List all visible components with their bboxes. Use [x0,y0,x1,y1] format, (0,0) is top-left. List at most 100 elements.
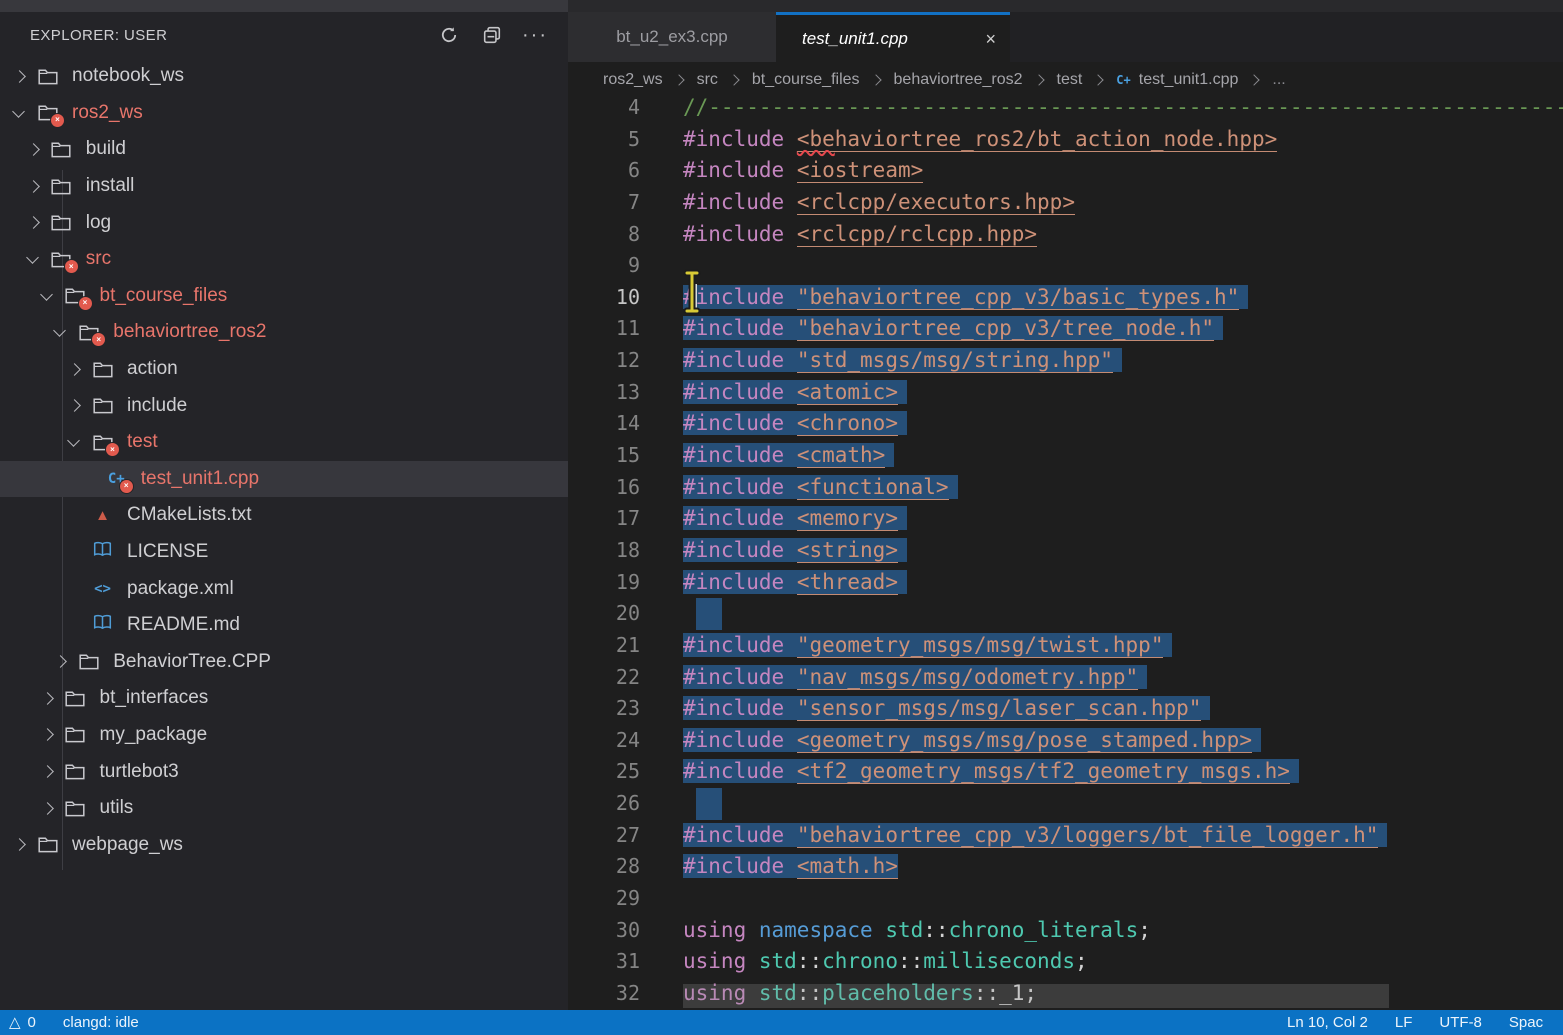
more-actions-icon[interactable]: ··· [524,24,546,46]
tree-item-readme-md[interactable]: README.md [0,607,568,644]
line-number: 23 [568,693,640,725]
clangd-status[interactable]: clangd: idle [63,1014,139,1031]
code-line-25[interactable]: 25#include <tf2_geometry_msgs/tf2_geomet… [568,756,1563,788]
code-line-31[interactable]: 31using std::chrono::milliseconds; [568,946,1563,978]
code-token: ; [1138,918,1151,942]
status-item-lf[interactable]: LF [1395,1014,1413,1031]
status-item-utf-8[interactable]: UTF-8 [1439,1014,1482,1031]
breadcrumb-item-src[interactable]: src [697,71,718,89]
horizontal-scrollbar[interactable] [683,984,1389,1008]
tree-item-bt-course-files[interactable]: ×bt_course_files [0,278,568,315]
code-line-24[interactable]: 24#include <geometry_msgs/msg/pose_stamp… [568,725,1563,757]
code-line-29[interactable]: 29 [568,883,1563,915]
status-item-spac[interactable]: Spac [1509,1014,1543,1031]
chevron-right-icon [41,694,65,703]
line-number: 9 [568,250,640,282]
code-line-19[interactable]: 19#include <thread> [568,567,1563,599]
tab-bt-u2-ex3-cpp[interactable]: bt_u2_ex3.cpp [568,12,776,62]
code-line-6[interactable]: 6#include <iostream> [568,155,1563,187]
code-token: #include [683,190,784,214]
status-item-ln-10-col-2[interactable]: Ln 10, Col 2 [1287,1014,1368,1031]
code-line-17[interactable]: 17#include <memory> [568,503,1563,535]
tree-item-behaviortree-ros2[interactable]: ×behaviortree_ros2 [0,314,568,351]
tree-item-behaviortree-cpp[interactable]: BehaviorTree.CPP [0,644,568,681]
tree-item-bt-interfaces[interactable]: bt_interfaces [0,680,568,717]
tree-item-build[interactable]: build [0,131,568,168]
close-icon[interactable]: × [985,30,996,48]
tree-item-cmakelists-txt[interactable]: ▲CMakeLists.txt [0,497,568,534]
code-line-23[interactable]: 23#include "sensor_msgs/msg/laser_scan.h… [568,693,1563,725]
selection-highlight: #include <geometry_msgs/msg/pose_stamped… [683,728,1261,752]
breadcrumb-item-behaviortree-ros2[interactable]: behaviortree_ros2 [894,71,1023,89]
code-line-9[interactable]: 9 [568,250,1563,282]
breadcrumb-item-bt-course-files[interactable]: bt_course_files [752,71,860,89]
breadcrumb-separator-icon [1093,74,1104,85]
code-token: :: [898,949,923,973]
tree-item-package-xml[interactable]: <>package.xml [0,570,568,607]
code-line-14[interactable]: 14#include <chrono> [568,408,1563,440]
code-line-12[interactable]: 12#include "std_msgs/msg/string.hpp" [568,345,1563,377]
tree-item-license[interactable]: LICENSE [0,534,568,571]
code-line-15[interactable]: 15#include <cmath> [568,440,1563,472]
refresh-icon[interactable] [438,24,460,46]
code-line-30[interactable]: 30using namespace std::chrono_literals; [568,915,1563,947]
tree-item-notebook-ws[interactable]: notebook_ws [0,58,568,95]
tree-item-action[interactable]: action [0,351,568,388]
code-line-22[interactable]: 22#include "nav_msgs/msg/odometry.hpp" [568,662,1563,694]
code-line-10[interactable]: 10#include "behaviortree_cpp_v3/basic_ty… [568,282,1563,314]
tree-item-ros2-ws[interactable]: ×ros2_ws [0,95,568,132]
breadcrumb-separator-icon [1033,74,1044,85]
tree-item-utils[interactable]: utils [0,790,568,827]
tree-item-test-unit1-cpp[interactable]: C+×test_unit1.cpp [0,461,568,498]
selection-highlight: #include <memory> [683,506,907,530]
breadcrumb-item-ros2-ws[interactable]: ros2_ws [603,71,663,89]
tree-item-src[interactable]: ×src [0,241,568,278]
explorer-actions: ··· [438,24,546,46]
code-line-20[interactable]: 20 [568,598,1563,630]
code-line-7[interactable]: 7#include <rclcpp/executors.hpp> [568,187,1563,219]
book-file-icon [93,541,112,563]
folder-icon: × [78,322,99,342]
breadcrumb-label: bt_course_files [752,71,860,88]
problems-indicator[interactable]: △ 0 [9,1014,36,1031]
code-token: :: [923,918,948,942]
code-line-28[interactable]: 28#include <math.h> [568,851,1563,883]
tree-item-turtlebot3[interactable]: turtlebot3 [0,753,568,790]
code-line-13[interactable]: 13#include <atomic> [568,377,1563,409]
code-token: <memory> [797,506,898,531]
tree-item-test[interactable]: ×test [0,424,568,461]
code-line-16[interactable]: 16#include <functional> [568,472,1563,504]
code-token: #include [683,222,784,246]
line-number: 14 [568,408,640,440]
code-line-18[interactable]: 18#include <string> [568,535,1563,567]
code-editor[interactable]: 4//-------------------------------------… [568,92,1563,1010]
code-line-21[interactable]: 21#include "geometry_msgs/msg/twist.hpp" [568,630,1563,662]
chevron-right-icon [13,72,37,81]
breadcrumb-item-test[interactable]: test [1057,71,1083,89]
tree-item-install[interactable]: install [0,168,568,205]
tree-item-label: bt_interfaces [100,687,209,709]
tree-item-label: turtlebot3 [100,761,179,783]
tree-item-log[interactable]: log [0,204,568,241]
code-line-5[interactable]: 5#include <behaviortree_ros2/bt_action_n… [568,124,1563,156]
code-line-26[interactable]: 26 [568,788,1563,820]
tree-item-my-package[interactable]: my_package [0,717,568,754]
code-text: #include <behaviortree_ros2/bt_action_no… [683,124,1277,156]
tab-test-unit1-cpp[interactable]: test_unit1.cpp× [776,12,1010,62]
line-number: 10 [568,282,640,314]
tree-item-include[interactable]: include [0,387,568,424]
tree-item-webpage-ws[interactable]: webpage_ws [0,826,568,863]
code-line-11[interactable]: 11#include "behaviortree_cpp_v3/tree_nod… [568,313,1563,345]
code-line-4[interactable]: 4//-------------------------------------… [568,92,1563,124]
vscode-window: EXPLORER: USER ··· notebook_ws×ros2_wsbu… [0,0,1563,1035]
breadcrumb-label: ... [1272,71,1285,88]
collapse-all-icon[interactable] [481,24,503,46]
code-token [873,918,886,942]
breadcrumb-item-test-unit1-cpp[interactable]: C+test_unit1.cpp [1116,71,1238,89]
file-icon: C+× [106,469,127,489]
code-token: "behaviortree_cpp_v3/tree_node.h" [797,316,1214,341]
code-line-8[interactable]: 8#include <rclcpp/rclcpp.hpp> [568,219,1563,251]
code-line-27[interactable]: 27#include "behaviortree_cpp_v3/loggers/… [568,820,1563,852]
code-token [784,127,797,151]
breadcrumb-item--[interactable]: ... [1272,71,1285,89]
